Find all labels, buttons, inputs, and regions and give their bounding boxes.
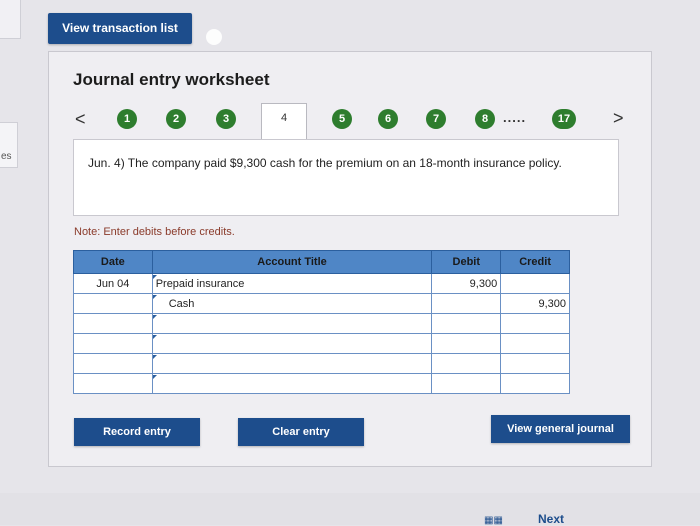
date-cell[interactable] — [73, 313, 153, 334]
step-8[interactable]: 8 — [475, 109, 495, 129]
clear-entry-button[interactable]: Clear entry — [238, 418, 364, 446]
bottom-next-button[interactable]: Next — [538, 512, 564, 526]
step-ellipsis: ..... — [503, 110, 527, 125]
table-row: Cash 9,300 — [73, 293, 570, 314]
step-2[interactable]: 2 — [166, 109, 186, 129]
header-date: Date — [73, 250, 153, 274]
step-4-active[interactable]: 4 — [261, 103, 307, 143]
date-cell[interactable] — [73, 293, 153, 314]
account-title-cell[interactable] — [151, 313, 433, 334]
debit-cell[interactable] — [431, 373, 502, 394]
table-row — [73, 313, 570, 334]
journal-entry-worksheet: Journal entry worksheet < 1 2 3 4 5 6 7 … — [48, 51, 652, 467]
table-row — [73, 373, 570, 394]
table-row: Jun 04 Prepaid insurance 9,300 — [73, 273, 570, 294]
account-title-cell[interactable]: Prepaid insurance — [151, 273, 433, 294]
transaction-question: Jun. 4) The company paid $9,300 cash for… — [73, 139, 619, 216]
step-5[interactable]: 5 — [332, 109, 352, 129]
credit-cell[interactable] — [500, 353, 570, 374]
journal-table: Date Account Title Debit Credit Jun 04 P… — [73, 250, 570, 394]
table-row — [73, 333, 570, 354]
step-6[interactable]: 6 — [378, 109, 398, 129]
top-left-tab[interactable] — [0, 0, 21, 39]
step-7[interactable]: 7 — [426, 109, 446, 129]
bottom-navigation-bar — [0, 493, 700, 525]
step-3[interactable]: 3 — [216, 109, 236, 129]
credit-cell[interactable] — [500, 333, 570, 354]
debit-cell[interactable] — [431, 313, 502, 334]
table-row — [73, 353, 570, 374]
account-title-cell[interactable] — [151, 333, 433, 354]
date-cell[interactable] — [73, 373, 153, 394]
worksheet-title: Journal entry worksheet — [73, 70, 270, 89]
view-transaction-list-button[interactable]: View transaction list — [48, 13, 192, 44]
account-title-cell[interactable] — [151, 353, 433, 374]
date-cell[interactable] — [73, 333, 153, 354]
credit-cell[interactable] — [500, 273, 570, 294]
record-entry-button[interactable]: Record entry — [74, 418, 200, 446]
credit-cell[interactable] — [500, 373, 570, 394]
grid-icon[interactable]: ▦▦ — [484, 515, 503, 526]
step-1[interactable]: 1 — [117, 109, 137, 129]
date-cell[interactable] — [73, 353, 153, 374]
credit-cell[interactable]: 9,300 — [500, 293, 570, 314]
header-credit: Credit — [500, 250, 570, 274]
debit-cell[interactable] — [431, 293, 502, 314]
debit-cell[interactable]: 9,300 — [431, 273, 502, 294]
account-title-cell[interactable]: Cash — [151, 293, 433, 314]
side-panel-fragment[interactable]: es — [0, 122, 18, 168]
date-cell[interactable]: Jun 04 — [73, 273, 153, 294]
prev-arrow-icon[interactable]: < — [75, 109, 86, 130]
account-title-cell[interactable] — [151, 373, 433, 394]
debit-cell[interactable] — [431, 353, 502, 374]
header-account-title: Account Title — [151, 250, 433, 274]
next-arrow-icon[interactable]: > — [613, 108, 624, 129]
table-header-row: Date Account Title Debit Credit — [73, 250, 570, 274]
screen-glare — [206, 29, 222, 45]
credit-cell[interactable] — [500, 313, 570, 334]
step-17[interactable]: 17 — [552, 109, 576, 129]
header-debit: Debit — [431, 250, 502, 274]
debit-cell[interactable] — [431, 333, 502, 354]
side-fragment-text: es — [1, 151, 12, 162]
view-general-journal-button[interactable]: View general journal — [491, 415, 630, 443]
debit-credit-note: Note: Enter debits before credits. — [74, 226, 235, 238]
